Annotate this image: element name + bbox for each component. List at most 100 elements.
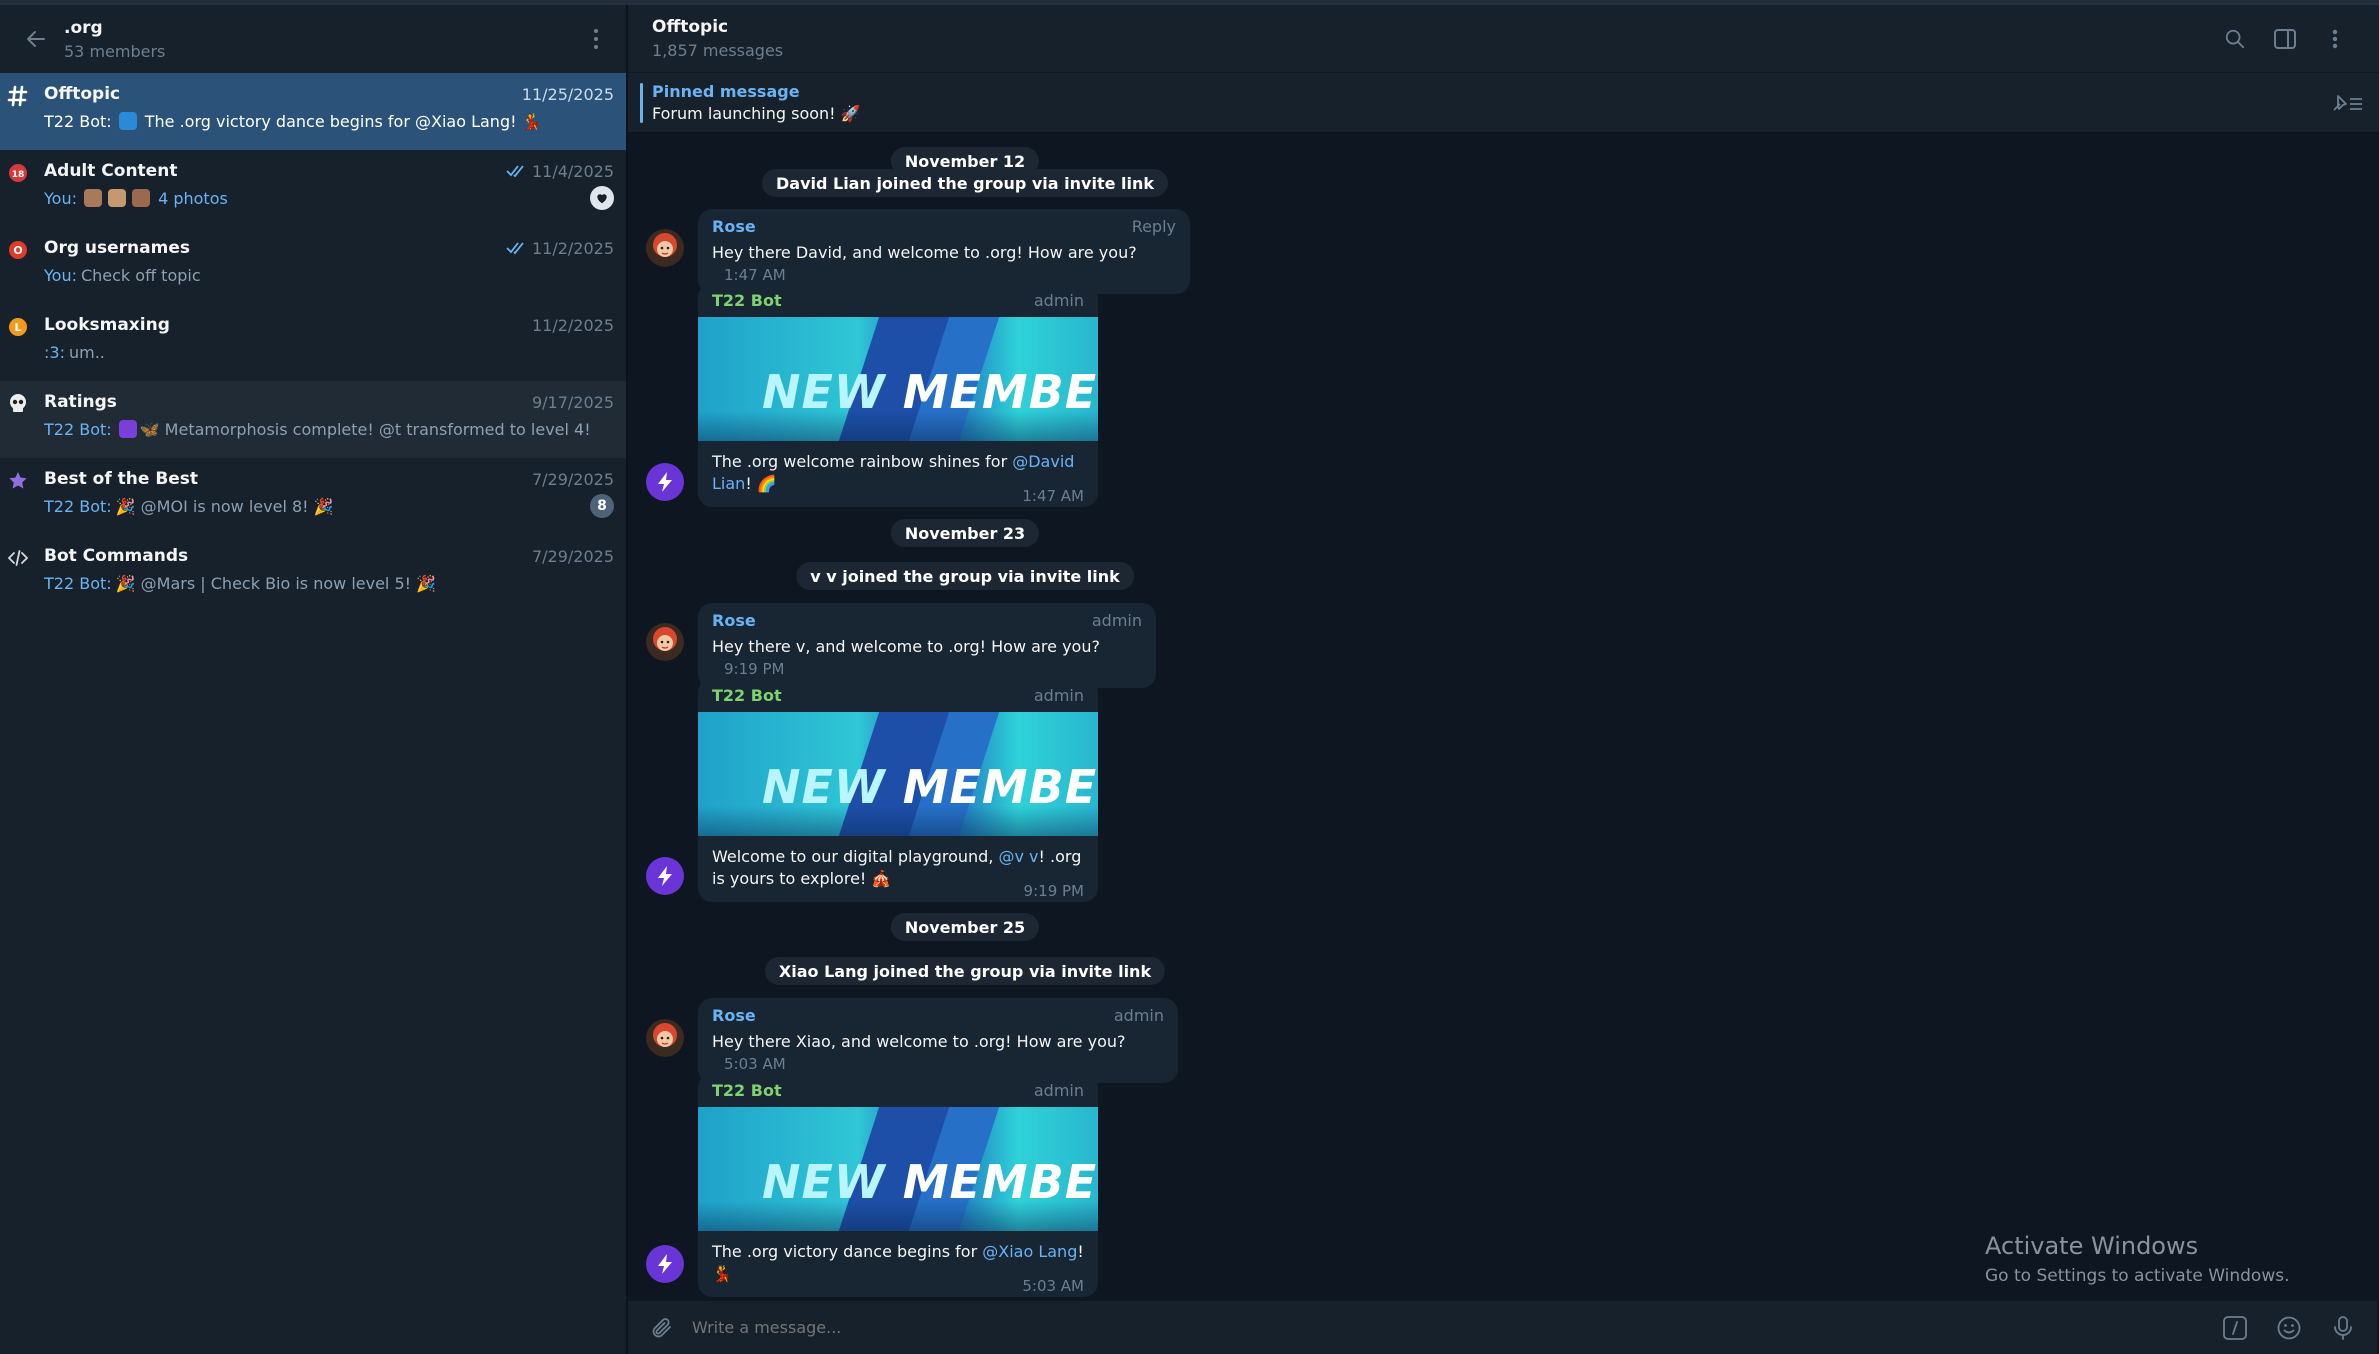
pinned-message-bar[interactable]: Pinned message Forum launching soon! 🚀 [628,73,2379,133]
pin-list-icon [2333,94,2362,111]
topic-adult-content[interactable]: 18 Adult Content 11/4/2025 You: 4 photos [0,150,626,227]
topic-sender: T22 Bot: [44,111,112,131]
banner-word-new: NEW [762,760,886,814]
slash-command-icon [2223,1315,2247,1340]
reply-label[interactable]: Reply [1132,217,1176,236]
topic-org-usernames[interactable]: O Org usernames 11/2/2025 You: Check off … [0,227,626,304]
chat-panel: Offtopic 1,857 messages Pinned message F… [628,5,2379,1354]
bot-avatar[interactable] [646,1245,684,1283]
topic-ratings[interactable]: Ratings 9/17/2025 T22 Bot: 🦋 Metamorphosi… [0,381,626,458]
topic-best-of-the-best[interactable]: Best of the Best 7/29/2025 T22 Bot: 🎉 @MO… [0,458,626,535]
topic-offtopic[interactable]: Offtopic 11/25/2025 T22 Bot: The .org vi… [0,73,626,150]
side-panel-button[interactable] [2265,19,2305,59]
member-count: 53 members [64,41,166,61]
message-bubble[interactable]: Rose Reply Hey there David, and welcome t… [698,209,1190,294]
mention-link[interactable]: @v v [998,847,1038,866]
heart-icon [597,194,607,204]
media-message-bubble[interactable]: T22 Bot admin NEW MEMBER Welcome to our d… [698,678,1098,902]
telegram-app: .org 53 members Offtopic 11/25/2025 T22 … [0,5,2379,1354]
caption-text: The .org victory dance begins for [712,1242,983,1261]
new-member-banner[interactable]: NEW MEMBER [698,712,1098,836]
message-time: 1:47 AM [1022,487,1084,505]
smile-icon [2277,1316,2301,1339]
date-separator: November 23 [890,519,1040,547]
star-icon [7,470,29,492]
new-member-banner[interactable]: NEW MEMBER [698,317,1098,441]
sender-name[interactable]: Rose [712,217,756,236]
message-input[interactable] [692,1307,2201,1348]
topic-date: 11/25/2025 [521,84,614,104]
voice-record-button[interactable] [2323,1308,2363,1348]
topic-looksmaxing[interactable]: L Looksmaxing 11/2/2025 :3: um.. [0,304,626,381]
sender-name[interactable]: T22 Bot [712,1081,782,1107]
message-time: 5:03 AM [724,1055,786,1073]
new-member-banner[interactable]: NEW MEMBER [698,1107,1098,1231]
topic-date: 11/4/2025 [531,161,614,181]
sender-name[interactable]: Rose [712,611,756,630]
rose-avatar[interactable] [646,229,684,267]
rose-avatar[interactable] [646,1019,684,1057]
sender-name[interactable]: Rose [712,1006,756,1025]
topic-preview: @Mars | Check Bio is now level 5! [140,573,412,593]
reaction-badge [590,186,614,210]
photo-thumb-icon [107,188,126,207]
adult-icon: 18 [7,162,29,184]
code-icon [7,547,29,569]
pinned-list-button[interactable] [2327,83,2367,123]
sidebar-toggle-icon [2274,28,2296,49]
chat-header: Offtopic 1,857 messages [628,5,2379,73]
bot-commands-button[interactable] [2215,1308,2255,1348]
party-emoji-icon: 🎉 [115,573,136,593]
admin-label: admin [1113,1006,1164,1025]
purple-square-icon [118,419,137,438]
mention-link[interactable]: @Xiao Lang [982,1242,1077,1261]
chat-menu-button[interactable] [2315,19,2355,59]
media-message-bubble[interactable]: T22 Bot admin NEW MEMBER The .org victory… [698,1073,1098,1297]
photo-thumb-icon [83,188,102,207]
admin-label: admin [1033,686,1084,705]
back-button[interactable] [18,21,54,57]
search-button[interactable] [2215,19,2255,59]
double-check-icon [506,242,524,255]
message-bubble[interactable]: Rose admin Hey there v, and welcome to .o… [698,603,1156,688]
topic-date: 7/29/2025 [531,546,614,566]
sender-name[interactable]: T22 Bot [712,291,782,317]
service-message: Xiao Lang joined the group via invite li… [764,957,1166,985]
topic-preview: 4 photos [158,188,228,208]
message-time: 5:03 AM [1022,1277,1084,1295]
caption-text: ! 🌈 [745,474,777,493]
banner-word-member: MEMBER [902,1155,1098,1209]
svg-text:O: O [13,244,22,257]
sender-name[interactable]: T22 Bot [712,686,782,712]
group-name: .org [64,17,103,38]
more-vertical-icon [2332,29,2338,48]
sidebar-menu-button[interactable] [584,19,608,59]
rose-face-icon [646,229,684,267]
topic-preview: um.. [68,342,105,362]
pinned-text: Forum launching soon! 🚀 [652,104,861,123]
attach-button[interactable] [642,1308,682,1348]
bot-avatar[interactable] [646,463,684,501]
party-emoji-icon: 🎉 [313,496,334,516]
rose-face-icon [646,1019,684,1057]
topic-sender: T22 Bot: [44,573,112,593]
message-bubble[interactable]: Rose admin Hey there Xiao, and welcome to… [698,998,1178,1083]
watermark-title: Activate Windows [1985,1232,2199,1260]
emoji-button[interactable] [2269,1308,2309,1348]
topic-preview: Check off topic [80,265,201,285]
admin-label: admin [1091,611,1142,630]
chat-title-block[interactable]: Offtopic 1,857 messages [652,17,2205,60]
topics-sidebar: .org 53 members Offtopic 11/25/2025 T22 … [0,5,628,1354]
media-message-bubble[interactable]: T22 Bot admin NEW MEMBER The .org welcome… [698,283,1098,507]
rose-avatar[interactable] [646,623,684,661]
watermark-subtitle: Go to Settings to activate Windows. [1985,1266,2290,1286]
lightning-icon [658,866,672,886]
topic-bot-commands[interactable]: Bot Commands 7/29/2025 T22 Bot: 🎉 @Mars |… [0,535,626,612]
message-composer [628,1301,2377,1354]
bot-avatar[interactable] [646,857,684,895]
kebab-dot [594,45,598,49]
svg-text:L: L [14,321,21,334]
message-list[interactable]: November 12 David Lian joined the group … [628,133,2377,1301]
sidebar-header: .org 53 members [0,5,626,73]
group-title-block[interactable]: .org 53 members [64,18,584,61]
